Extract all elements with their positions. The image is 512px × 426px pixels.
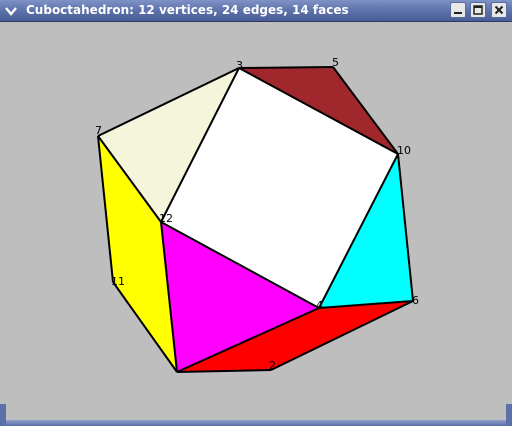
maximize-icon: [473, 5, 483, 15]
vertex-label-11: 11: [111, 275, 125, 288]
vertex-label-7: 7: [95, 124, 102, 137]
vertex-label-4: 4: [316, 299, 323, 312]
close-icon: [494, 5, 504, 15]
window-frame-right: [508, 22, 512, 426]
vertex-label-5: 5: [332, 56, 339, 69]
close-button[interactable]: [491, 2, 507, 18]
cuboctahedron-drawing: 3 5 7 10 12 11 4 6 2: [95, 56, 419, 373]
vertex-label-6: 6: [412, 294, 419, 307]
window-title: Cuboctahedron: 12 vertices, 24 edges, 14…: [26, 3, 349, 17]
vertex-label-12: 12: [159, 212, 173, 225]
title-bar[interactable]: Cuboctahedron: 12 vertices, 24 edges, 14…: [0, 0, 512, 22]
minimize-button[interactable]: [450, 2, 466, 18]
app-window: Cuboctahedron: 12 vertices, 24 edges, 14…: [0, 0, 512, 426]
vertex-label-2: 2: [269, 359, 276, 372]
window-menu-button[interactable]: [2, 2, 20, 20]
vertex-label-10: 10: [397, 144, 411, 157]
maximize-button[interactable]: [470, 2, 486, 18]
drawing-canvas[interactable]: 3 5 7 10 12 11 4 6 2: [4, 22, 508, 422]
edge: [238, 66, 334, 69]
window-frame-bottom: [0, 420, 512, 426]
chevron-down-icon: [5, 7, 17, 16]
minimize-icon: [454, 12, 462, 14]
resize-corner-left[interactable]: [0, 404, 6, 426]
vertex-label-3: 3: [236, 59, 243, 72]
resize-corner-right[interactable]: [506, 404, 512, 426]
